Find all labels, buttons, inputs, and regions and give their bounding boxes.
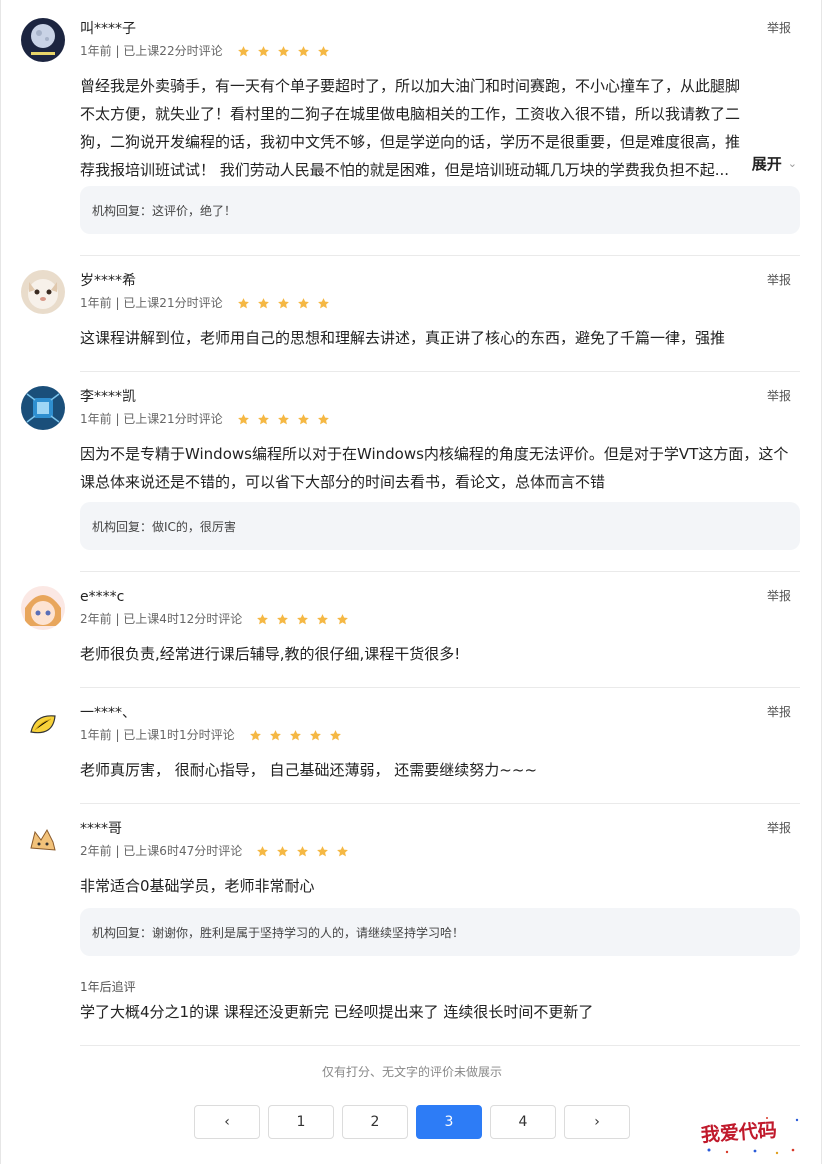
star-icon — [277, 45, 289, 56]
star-icon — [289, 729, 301, 740]
star-icon — [277, 297, 289, 308]
star-icon — [337, 613, 349, 624]
review-list-panel: 叫****子 1年前 | 已上课22分时评论 举报 曾经我是外卖骑手，有一天有个… — [0, 0, 822, 1164]
review-meta: 1年前 | 已上课21分时评论 — [80, 411, 330, 427]
review-meta-text: 1年前 | 已上课21分时评论 — [80, 296, 223, 310]
star-icon — [257, 845, 269, 856]
star-icon — [237, 413, 249, 424]
avatar[interactable] — [21, 702, 65, 746]
prev-page-button[interactable]: ‹ — [194, 1105, 260, 1139]
avatar[interactable] — [21, 18, 65, 62]
review-username: 李****凯 — [80, 389, 136, 405]
divider — [80, 255, 800, 256]
star-icon — [257, 297, 269, 308]
report-button[interactable]: 举报 — [767, 20, 791, 36]
review-content: 非常适合0基础学员，老师非常耐心 — [80, 877, 315, 895]
star-icon — [317, 45, 329, 56]
followup-content: 学了大概4分之1的课 课程还没更新完 已经呗提出来了 连续很长时间不更新了 — [80, 1003, 594, 1021]
divider — [80, 371, 800, 372]
svg-text:我爱代码: 我爱代码 — [700, 1119, 777, 1146]
review-content: 老师很负责,经常进行课后辅导,教的很仔细,课程干货很多! — [80, 645, 461, 663]
rating-stars — [237, 413, 330, 426]
star-icon — [317, 613, 329, 624]
report-button[interactable]: 举报 — [767, 588, 791, 604]
review-meta: 1年前 | 已上课22分时评论 — [80, 43, 330, 59]
footer-note: 仅有打分、无文字的评价未做展示 — [321, 1065, 502, 1079]
star-icon — [297, 45, 309, 56]
review-username: e****c — [80, 589, 125, 605]
page-button-2[interactable]: 2 — [342, 1105, 408, 1139]
page-button-4[interactable]: 4 — [490, 1105, 556, 1139]
review-content: 这课程讲解到位，老师用自己的思想和理解去讲述，真正讲了核心的东西，避免了千篇一律… — [80, 329, 726, 347]
star-icon — [297, 413, 309, 424]
institution-reply: 机构回复：做IC的，很厉害 — [80, 502, 800, 550]
review-username: 一****、 — [80, 705, 136, 721]
next-page-button[interactable]: › — [564, 1105, 630, 1139]
divider — [80, 803, 800, 804]
report-button[interactable]: 举报 — [767, 388, 791, 404]
page-button-1[interactable]: 1 — [268, 1105, 334, 1139]
divider — [80, 571, 800, 572]
avatar[interactable] — [21, 386, 65, 430]
expand-button[interactable]: 展开 ⌄ — [752, 150, 797, 178]
star-icon — [277, 845, 289, 856]
review-meta-text: 1年前 | 已上课1时1分时评论 — [80, 728, 235, 742]
review-meta: 2年前 | 已上课4时12分时评论 — [80, 611, 349, 627]
expand-label: 展开 — [751, 155, 782, 173]
rating-stars — [237, 45, 330, 58]
report-button[interactable]: 举报 — [767, 704, 791, 720]
review-meta: 2年前 | 已上课6时47分时评论 — [80, 843, 349, 859]
star-icon — [297, 845, 309, 856]
star-icon — [237, 297, 249, 308]
review-username: ****哥 — [80, 821, 122, 837]
review-meta-text: 1年前 | 已上课21分时评论 — [80, 412, 223, 426]
divider — [80, 1045, 800, 1046]
review-content: 因为不是专精于Windows编程所以对于在Windows内核编程的角度无法评价。… — [80, 445, 789, 491]
avatar[interactable] — [21, 818, 65, 862]
star-icon — [317, 297, 329, 308]
review-username: 岁****希 — [80, 273, 136, 289]
star-icon — [277, 413, 289, 424]
star-icon — [297, 297, 309, 308]
avatar[interactable] — [21, 586, 65, 630]
star-icon — [269, 729, 281, 740]
review-content: 曾经我是外卖骑手，有一天有个单子要超时了，所以加大油门和时间赛跑，不小心撞车了，… — [80, 77, 740, 179]
star-icon — [257, 45, 269, 56]
review-username: 叫****子 — [80, 21, 136, 37]
star-icon — [257, 613, 269, 624]
chevron-down-icon: ⌄ — [787, 157, 797, 170]
star-icon — [329, 729, 341, 740]
divider — [80, 687, 800, 688]
star-icon — [297, 613, 309, 624]
review-content: 老师真厉害， 很耐心指导， 自己基础还薄弱， 还需要继续努力~~~ — [80, 761, 538, 779]
star-icon — [337, 845, 349, 856]
institution-reply: 机构回复：谢谢你，胜利是属于坚持学习的人的，请继续坚持学习哈！ — [80, 908, 800, 956]
review-meta-text: 2年前 | 已上课6时47分时评论 — [80, 844, 243, 858]
star-icon — [237, 45, 249, 56]
star-icon — [317, 845, 329, 856]
star-icon — [257, 413, 269, 424]
rating-stars — [256, 613, 349, 626]
review-meta: 1年前 | 已上课21分时评论 — [80, 295, 330, 311]
rating-stars — [256, 845, 349, 858]
page-button-3[interactable]: 3 — [416, 1105, 482, 1139]
rating-stars — [249, 729, 342, 742]
institution-reply: 机构回复：这评价，绝了！ — [80, 186, 800, 234]
review-meta-text: 2年前 | 已上课4时12分时评论 — [80, 612, 243, 626]
review-meta-text: 1年前 | 已上课22分时评论 — [80, 44, 223, 58]
report-button[interactable]: 举报 — [767, 272, 791, 288]
report-button[interactable]: 举报 — [767, 820, 791, 836]
star-icon — [309, 729, 321, 740]
rating-stars — [237, 297, 330, 310]
star-icon — [277, 613, 289, 624]
followup-label: 1年后追评 — [80, 980, 136, 994]
watermark-logo: 我爱代码 — [700, 1117, 799, 1155]
review-meta: 1年前 | 已上课1时1分时评论 — [80, 727, 342, 743]
avatar[interactable] — [21, 270, 65, 314]
star-icon — [317, 413, 329, 424]
star-icon — [249, 729, 261, 740]
